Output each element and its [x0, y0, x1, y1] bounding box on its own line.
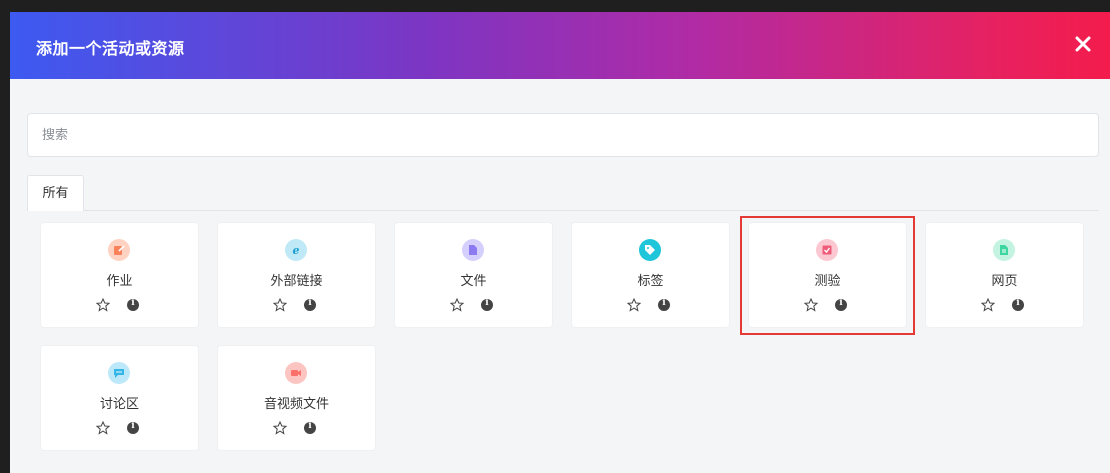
info-icon[interactable]	[304, 298, 316, 311]
tab-all[interactable]: 所有	[27, 175, 84, 212]
star-outline-icon[interactable]	[627, 298, 641, 312]
module-label: 测验	[814, 274, 841, 289]
video-icon	[285, 362, 307, 384]
tab-bar: 所有	[27, 175, 1099, 212]
info-icon[interactable]	[1012, 298, 1024, 311]
module-card-page[interactable]: 网页	[926, 223, 1083, 327]
info-icon[interactable]	[127, 298, 139, 311]
external-link-icon: e	[285, 239, 307, 261]
module-label: 作业	[106, 274, 133, 289]
star-outline-icon[interactable]	[96, 421, 110, 435]
star-outline-icon[interactable]	[96, 298, 110, 312]
module-label: 网页	[991, 274, 1018, 289]
module-grid: 作业 e 外部链接 文件	[27, 211, 1099, 473]
star-outline-icon[interactable]	[273, 298, 287, 312]
file-icon	[462, 239, 484, 261]
module-label: 音视频文件	[263, 397, 329, 412]
dialog-header: 添加一个活动或资源	[10, 12, 1110, 79]
info-icon[interactable]	[127, 421, 139, 434]
quiz-icon	[816, 239, 838, 261]
info-icon[interactable]	[658, 298, 670, 311]
info-icon[interactable]	[304, 421, 316, 434]
tag-icon	[639, 239, 661, 261]
module-card-tag[interactable]: 标签	[572, 223, 729, 327]
forum-icon	[108, 362, 130, 384]
card-actions	[41, 298, 198, 314]
dialog-title: 添加一个活动或资源	[36, 39, 185, 58]
page-icon	[993, 239, 1015, 261]
info-icon[interactable]	[481, 298, 493, 311]
card-actions	[395, 298, 552, 314]
module-card-quiz[interactable]: 测验	[749, 223, 906, 327]
module-card-assignment[interactable]: 作业	[41, 223, 198, 327]
search-input[interactable]	[27, 113, 1099, 157]
star-outline-icon[interactable]	[981, 298, 995, 312]
card-actions	[749, 298, 906, 314]
card-actions	[41, 421, 198, 437]
close-icon	[1075, 36, 1091, 52]
module-card-forum[interactable]: 讨论区	[41, 346, 198, 450]
module-label: 标签	[637, 274, 664, 289]
card-actions	[926, 298, 1083, 314]
info-icon[interactable]	[835, 298, 847, 311]
module-card-external-link[interactable]: e 外部链接	[218, 223, 375, 327]
add-activity-dialog: 添加一个活动或资源 所有 作业 e 外部链接	[10, 12, 1110, 473]
star-outline-icon[interactable]	[273, 421, 287, 435]
module-label: 文件	[460, 274, 487, 289]
card-actions	[572, 298, 729, 314]
module-card-video[interactable]: 音视频文件	[218, 346, 375, 450]
card-actions	[218, 421, 375, 437]
star-outline-icon[interactable]	[450, 298, 464, 312]
close-button[interactable]	[1072, 33, 1094, 55]
card-actions	[218, 298, 375, 314]
assignment-icon	[108, 239, 130, 261]
star-outline-icon[interactable]	[804, 298, 818, 312]
svg-text:e: e	[293, 244, 300, 256]
module-label: 外部链接	[270, 274, 323, 289]
module-card-file[interactable]: 文件	[395, 223, 552, 327]
module-label: 讨论区	[99, 397, 139, 412]
